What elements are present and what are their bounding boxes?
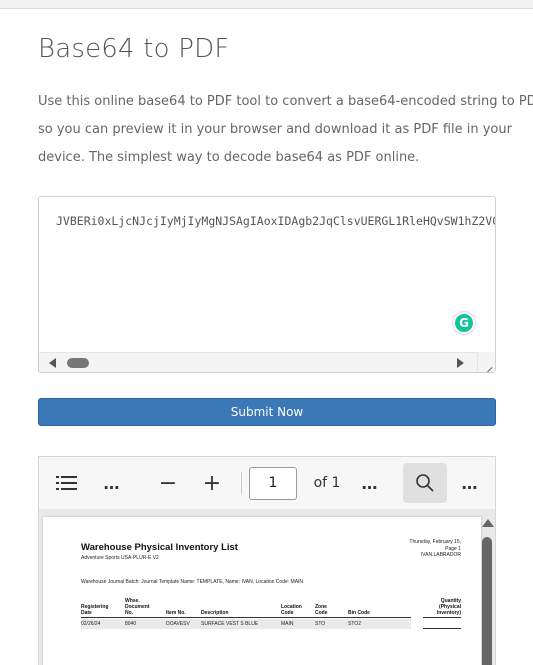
more-options-icon[interactable]: … [357, 457, 383, 509]
grammarly-icon[interactable]: G [453, 312, 475, 334]
pdf-page: Warehouse Physical Inventory List Advent… [43, 517, 481, 665]
scroll-up-icon[interactable] [482, 519, 494, 527]
quantity-entry-line [423, 628, 461, 629]
horizontal-scrollbar[interactable] [39, 352, 495, 372]
column-header-quantity: Quantity (Physical Inventory) [436, 598, 461, 616]
description-line: device. The simplest way to decode base6… [38, 150, 420, 165]
document-user: IVAN.LABRADOR [420, 552, 461, 558]
scrollbar-thumb[interactable] [482, 537, 492, 665]
search-icon [416, 474, 434, 492]
pdf-document-area[interactable]: Warehouse Physical Inventory List Advent… [39, 509, 495, 665]
column-header-whse-document-no: Whse. Document No. [125, 598, 150, 616]
zoom-in-button[interactable]: + [199, 457, 225, 509]
resize-handle-icon[interactable] [477, 352, 495, 372]
page-title: Base64 to PDF [38, 34, 230, 64]
vertical-scrollbar[interactable] [479, 517, 495, 665]
quantity-header-rule [423, 617, 461, 618]
cell-bin: STO2 [348, 621, 361, 627]
pdf-toolbar: … − + 1 of 1 … … [39, 457, 495, 509]
page-number-input[interactable]: 1 [249, 467, 297, 500]
column-header-location-code: Location Code [281, 604, 302, 616]
search-button[interactable] [403, 463, 447, 503]
document-header-right: Thursday, February 15, Page 1 IVAN.LABRA… [409, 539, 461, 559]
top-strip [0, 0, 533, 9]
description-line: Use this online base64 to PDF tool to co… [38, 94, 533, 109]
column-header-description: Description [201, 610, 229, 616]
column-header-item-no: Item No. [166, 610, 186, 616]
cell-date: 02/26/24 [81, 621, 101, 627]
scroll-left-icon[interactable] [49, 358, 56, 368]
column-header-bin-code: Bin Code [348, 610, 370, 616]
zoom-out-button[interactable]: − [155, 457, 181, 509]
cell-item-no: DOAVESV [166, 621, 190, 627]
submit-button[interactable]: Submit Now [38, 398, 496, 426]
page-description: Use this online base64 to PDF tool to co… [38, 88, 533, 172]
cell-doc-no: 8040 [125, 621, 137, 627]
table-header-rule [81, 617, 411, 618]
cell-location: MAIN [281, 621, 294, 627]
cell-zone: STO [315, 621, 326, 627]
description-line: so you can preview it in your browser an… [38, 122, 512, 137]
outline-list-icon[interactable] [53, 457, 81, 509]
scrollbar-thumb[interactable] [67, 358, 89, 368]
pdf-viewer: … − + 1 of 1 … … Warehouse Physical Inve… [38, 456, 496, 665]
document-subtitle: Adventure Sports USA-PLUR-E V2 [81, 555, 159, 561]
document-title: Warehouse Physical Inventory List [81, 542, 238, 553]
page-count-label: of 1 [313, 475, 341, 491]
base64-input[interactable]: JVBERi0xLjcNJcjIyMjIyMgNJSAgIAoxIDAgb2Jq… [38, 196, 496, 373]
more-options-icon[interactable]: … [99, 457, 125, 509]
column-header-zone-code: Zone Code [315, 604, 328, 616]
base64-input-value[interactable]: JVBERi0xLjcNJcjIyMjIyMgNJSAgIAoxIDAgb2Jq… [56, 214, 495, 228]
cell-description: SURFACE VEST S BLUE [201, 621, 259, 627]
document-date: Thursday, February 15, [409, 539, 461, 545]
toolbar-divider [241, 472, 242, 494]
more-options-icon[interactable]: … [457, 457, 483, 509]
scroll-right-icon[interactable] [457, 358, 464, 368]
document-batch-line: Warehouse Journal Batch: Journal Templat… [81, 579, 304, 585]
column-header-registering-date: Registering Date [81, 604, 109, 616]
